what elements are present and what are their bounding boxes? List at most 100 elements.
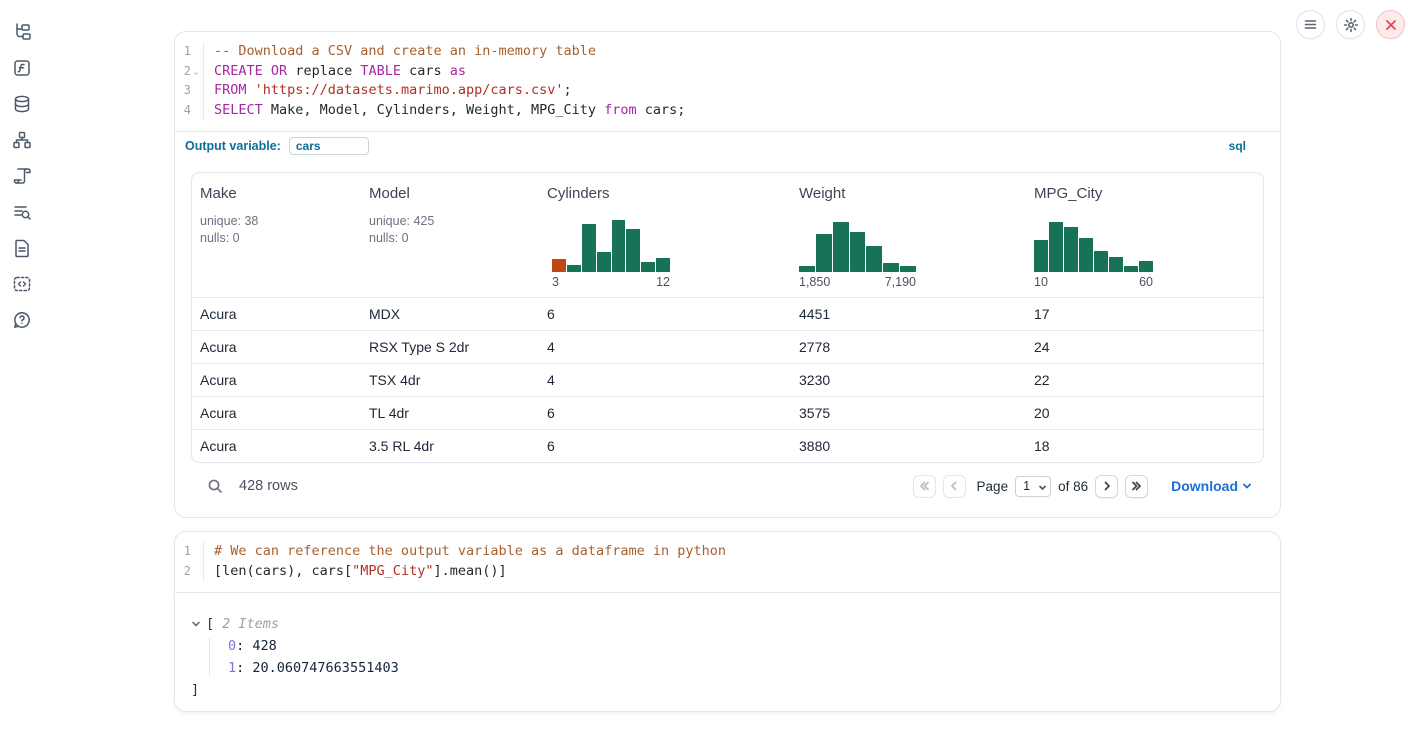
pagination: Page 1 of 86 Download xyxy=(913,475,1252,498)
table-cell: 4 xyxy=(539,339,791,355)
column-header-make[interactable]: Makeunique: 38nulls: 0 xyxy=(192,173,361,297)
histogram-bar xyxy=(582,224,596,272)
first-page-button[interactable] xyxy=(913,475,936,498)
column-header-mpg_city[interactable]: MPG_City1060 xyxy=(1026,173,1263,297)
code-line[interactable]: 1-- Download a CSV and create an in-memo… xyxy=(175,42,1280,62)
table-cell: TSX 4dr xyxy=(361,372,539,388)
last-page-button[interactable] xyxy=(1125,475,1148,498)
code-line[interactable]: 2⌄CREATE OR replace TABLE cars as xyxy=(175,62,1280,82)
settings-button[interactable] xyxy=(1336,10,1365,39)
scratchpad-icon[interactable] xyxy=(12,166,32,186)
histogram-bar xyxy=(1124,266,1138,272)
entry-key: 0 xyxy=(228,638,236,654)
histogram-bar xyxy=(1094,251,1108,272)
sql-code-editor[interactable]: 1-- Download a CSV and create an in-memo… xyxy=(175,32,1280,131)
chevron-down-icon xyxy=(191,619,201,629)
download-label: Download xyxy=(1171,478,1238,494)
histogram-bar xyxy=(626,229,640,272)
line-number: 1 xyxy=(175,542,204,562)
collapse-caret[interactable] xyxy=(191,619,206,629)
table-row[interactable]: AcuraTL 4dr6357520 xyxy=(192,396,1263,429)
page-total: of 86 xyxy=(1058,479,1088,494)
code-text: # We can reference the output variable a… xyxy=(204,542,726,562)
code-line[interactable]: 4SELECT Make, Model, Cylinders, Weight, … xyxy=(175,101,1280,121)
table-cell: Acura xyxy=(192,372,361,388)
column-header-cylinders[interactable]: Cylinders312 xyxy=(539,173,791,297)
next-page-button[interactable] xyxy=(1095,475,1118,498)
tree-entries: 0: 4281: 20.060747663551403 xyxy=(191,635,1264,679)
table-cell: 17 xyxy=(1026,306,1263,322)
table-body: AcuraMDX6445117AcuraRSX Type S 2dr427782… xyxy=(192,297,1263,462)
histogram-axis-labels: 1060 xyxy=(1034,275,1153,289)
table-cell: Acura xyxy=(192,306,361,322)
sidebar xyxy=(0,0,44,729)
table-cell: 6 xyxy=(539,306,791,322)
dependency-graph-icon[interactable] xyxy=(12,130,32,150)
prev-page-button[interactable] xyxy=(943,475,966,498)
histogram-bars xyxy=(799,220,916,272)
table-row[interactable]: Acura3.5 RL 4dr6388018 xyxy=(192,429,1263,462)
table-cell: 22 xyxy=(1026,372,1263,388)
fold-chevron-icon[interactable]: ⌄ xyxy=(191,62,201,82)
histogram-bar xyxy=(1079,238,1093,272)
chevron-down-icon xyxy=(1242,481,1252,491)
python-output: [ 2 Items 0: 4281: 20.060747663551403 ] xyxy=(175,593,1280,715)
table-row[interactable]: AcuraRSX Type S 2dr4277824 xyxy=(192,330,1263,363)
table-row[interactable]: AcuraMDX6445117 xyxy=(192,297,1263,330)
gear-icon xyxy=(1343,17,1359,33)
close-bracket: ] xyxy=(191,679,1264,701)
snippets-icon[interactable] xyxy=(12,274,32,294)
table-cell: 18 xyxy=(1026,438,1263,454)
line-number: 4 xyxy=(175,101,204,121)
table-cell: 24 xyxy=(1026,339,1263,355)
table-cell: 4 xyxy=(539,372,791,388)
code-line[interactable]: 2[len(cars), cars["MPG_City"].mean()] xyxy=(175,562,1280,582)
python-code-editor[interactable]: 1# We can reference the output variable … xyxy=(175,532,1280,592)
search-icon xyxy=(207,478,224,495)
histogram-weight[interactable]: 1,8507,190 xyxy=(799,220,916,289)
tree-root: [ 2 Items xyxy=(191,613,1264,635)
histogram-bar xyxy=(816,234,832,272)
menu-button[interactable] xyxy=(1296,10,1325,39)
table-cell: 6 xyxy=(539,405,791,421)
line-number: 1 xyxy=(175,42,204,62)
chevron-left-icon xyxy=(948,480,960,492)
shutdown-button[interactable] xyxy=(1376,10,1405,39)
page-label: Page xyxy=(977,479,1009,494)
file-explorer-icon[interactable] xyxy=(12,22,32,42)
logs-icon[interactable] xyxy=(12,202,32,222)
entry-value: 20.060747663551403 xyxy=(252,660,398,676)
code-line[interactable]: 1# We can reference the output variable … xyxy=(175,542,1280,562)
table-cell: 3880 xyxy=(791,438,1026,454)
code-text: [len(cars), cars["MPG_City"].mean()] xyxy=(204,562,507,582)
histogram-bar xyxy=(866,246,882,272)
histogram-bar xyxy=(1049,222,1063,272)
histogram-cylinders[interactable]: 312 xyxy=(552,220,670,289)
table-row[interactable]: AcuraTSX 4dr4323022 xyxy=(192,363,1263,396)
table-footer: 428 rows Page 1 of 86 xyxy=(191,463,1264,509)
download-menu[interactable]: Download xyxy=(1171,478,1252,494)
histogram-bar xyxy=(833,222,849,272)
code-line[interactable]: 3FROM 'https://datasets.marimo.app/cars.… xyxy=(175,81,1280,101)
datasources-icon[interactable] xyxy=(12,94,32,114)
help-icon[interactable] xyxy=(12,310,32,330)
table-cell: RSX Type S 2dr xyxy=(361,339,539,355)
output-variable-input[interactable] xyxy=(289,137,369,155)
documentation-icon[interactable] xyxy=(12,238,32,258)
histogram-bars xyxy=(552,220,670,272)
chevrons-right-icon xyxy=(1131,480,1143,492)
table-cell: Acura xyxy=(192,438,361,454)
histogram-bar xyxy=(1034,240,1048,272)
histogram-mpg_city[interactable]: 1060 xyxy=(1034,220,1153,289)
code-text: SELECT Make, Model, Cylinders, Weight, M… xyxy=(204,101,685,121)
search-button[interactable] xyxy=(201,472,229,500)
table-cell: 2778 xyxy=(791,339,1026,355)
table-cell: 3.5 RL 4dr xyxy=(361,438,539,454)
variables-icon[interactable] xyxy=(12,58,32,78)
column-header-model[interactable]: Modelunique: 425nulls: 0 xyxy=(361,173,539,297)
table-cell: 20 xyxy=(1026,405,1263,421)
line-number: 3 xyxy=(175,81,204,101)
page-select[interactable]: 1 xyxy=(1015,476,1051,497)
table-cell: 6 xyxy=(539,438,791,454)
column-header-weight[interactable]: Weight1,8507,190 xyxy=(791,173,1026,297)
